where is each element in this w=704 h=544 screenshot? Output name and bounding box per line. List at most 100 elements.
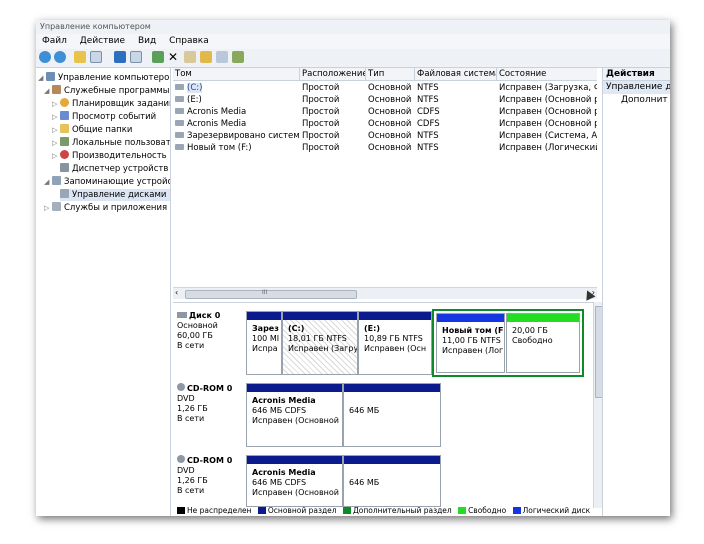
volume-cell[interactable]: NTFS [415, 82, 496, 94]
menu-bar: Файл Действие Вид Справка [36, 34, 670, 49]
partition-free[interactable]: 20,00 ГБ Свободно [506, 313, 580, 373]
legend-swatch-logical [512, 507, 521, 514]
cdrom-0-media[interactable]: 646 МБ [343, 383, 441, 447]
partition-f[interactable]: Новый том (F 11,00 ГБ NTFS Исправен (Лог [436, 313, 505, 373]
volume-name-cell[interactable]: Зарезервировано системой [173, 130, 299, 142]
menu-view[interactable]: Вид [138, 34, 156, 49]
volume-icon [175, 96, 184, 102]
partition-reserved[interactable]: Зарез 100 МІ Испра [246, 311, 282, 375]
tree-item-event-viewer[interactable]: ▷ Просмотр событий [52, 111, 156, 123]
column-header-filesystem[interactable]: Файловая система [415, 68, 497, 81]
volume-cell[interactable]: Простой [300, 106, 365, 118]
tree-item-task-scheduler[interactable]: ▷ Планировщик заданий [52, 98, 170, 110]
tree-item-storage[interactable]: ◢ Запоминающие устройст [44, 176, 170, 188]
volume-cell[interactable]: Исправен (Основной раз [497, 118, 597, 130]
extended-partition[interactable]: Новый том (F 11,00 ГБ NTFS Исправен (Лог 2… [432, 309, 584, 377]
volume-cell[interactable]: Простой [300, 118, 365, 130]
back-icon[interactable] [39, 51, 51, 63]
scroll-left-arrow[interactable]: ‹ [175, 288, 178, 298]
volume-name-cell[interactable]: (C:) [173, 82, 299, 94]
volume-cell[interactable]: Простой [300, 130, 365, 142]
cdrom-0-partition[interactable]: Acronis Media 646 МБ CDFS Исправен (Основн… [246, 383, 343, 447]
volume-cell[interactable]: Основной [366, 106, 414, 118]
volume-icon [175, 84, 184, 90]
tree-item-device-manager[interactable]: Диспетчер устройств [52, 163, 168, 175]
volume-name-cell[interactable]: Acronis Media [173, 118, 299, 130]
partition-e[interactable]: (E:) 10,89 ГБ NTFS Исправен (Осн [358, 311, 432, 375]
tree-item-services[interactable]: ▷ Службы и приложения [44, 202, 167, 214]
events-icon [60, 111, 69, 120]
partition-c[interactable]: (C:) 18,01 ГБ NTFS Исправен (Загру [282, 311, 358, 375]
volume-cell[interactable]: Простой [300, 142, 365, 154]
properties-icon[interactable] [90, 51, 102, 63]
volume-cell[interactable]: Основной [366, 142, 414, 154]
delete-icon[interactable]: ✕ [168, 51, 180, 63]
horizontal-scrollbar[interactable]: ‹ III › [173, 287, 597, 299]
volume-cell[interactable]: Основной [366, 94, 414, 106]
performance-icon [60, 150, 69, 159]
column-header-layout[interactable]: Расположение [300, 68, 366, 81]
folder-icon [60, 124, 69, 133]
volume-icon [175, 120, 184, 126]
volume-cell[interactable]: NTFS [415, 142, 496, 154]
forward-icon[interactable] [54, 51, 66, 63]
column-header-type[interactable]: Тип [366, 68, 415, 81]
volume-cell[interactable]: Простой [300, 94, 365, 106]
refresh-icon[interactable] [152, 51, 164, 63]
volume-cell[interactable]: Простой [300, 82, 365, 94]
volume-cell[interactable]: CDFS [415, 118, 496, 130]
volume-cell[interactable]: Основной [366, 118, 414, 130]
tree-item-performance[interactable]: ▷ Производительность [52, 150, 167, 162]
scroll-thumb[interactable]: III [185, 289, 357, 299]
action-more[interactable]: Дополнит [603, 94, 670, 107]
cdrom-0-info[interactable]: CD-ROM 0 DVD 1,26 ГБ В сети [177, 383, 243, 424]
action-disk-management[interactable]: Управление ди [603, 81, 670, 94]
new-icon[interactable] [184, 51, 196, 63]
volume-cell[interactable]: Исправен (Основной раз [497, 106, 597, 118]
volume-cell[interactable]: NTFS [415, 130, 496, 142]
actions-header: Действия [603, 68, 670, 81]
computer-icon [46, 72, 55, 81]
column-header-status[interactable]: Состояние [497, 68, 597, 81]
volume-name-cell[interactable]: Новый том (F:) [173, 142, 299, 154]
cdrom-1-media[interactable]: 646 МБ [343, 455, 441, 507]
volume-cell[interactable]: Исправен (Основной раз [497, 94, 597, 106]
clock-icon [60, 98, 69, 107]
users-icon [60, 137, 69, 146]
tree-item-disk-management[interactable]: Управление дисками [60, 189, 170, 201]
storage-icon [52, 176, 61, 185]
volume-cell[interactable]: CDFS [415, 106, 496, 118]
scroll-grip: III [262, 289, 268, 296]
volume-cell[interactable]: Исправен (Логический д [497, 142, 597, 154]
menu-help[interactable]: Справка [169, 34, 209, 49]
disk-0-info[interactable]: Диск 0 Основной 60,00 ГБ В сети [177, 311, 243, 351]
cdrom-1-info[interactable]: CD-ROM 0 DVD 1,26 ГБ В сети [177, 455, 243, 496]
volume-cell[interactable]: Исправен (Система, Акти [497, 130, 597, 142]
menu-action[interactable]: Действие [80, 34, 125, 49]
tree-item-local-users[interactable]: ▷ Локальные пользовате [52, 137, 170, 149]
search-icon[interactable] [216, 51, 228, 63]
export-icon[interactable] [232, 51, 244, 63]
column-header-volume[interactable]: Том [173, 68, 300, 81]
devices-icon [60, 163, 69, 172]
tree-item-system-tools[interactable]: ◢ Служебные программы [44, 85, 170, 97]
hard-disk-icon [177, 312, 187, 318]
volume-icon [175, 132, 184, 138]
volume-cell[interactable]: Исправен (Загрузка, Фай [497, 82, 597, 94]
actions-pane: Действия Управление ди Дополнит [602, 68, 670, 516]
tree-item-computer-management[interactable]: ◢Управление компьютером (л [38, 72, 170, 84]
volume-name-cell[interactable]: Acronis Media [173, 106, 299, 118]
tools-icon [52, 85, 61, 94]
menu-file[interactable]: Файл [42, 34, 67, 49]
volume-cell[interactable]: Основной [366, 130, 414, 142]
console-icon[interactable] [130, 51, 142, 63]
navigation-tree: ◢Управление компьютером (л ◢Служебные пр… [36, 68, 171, 516]
open-icon[interactable] [200, 51, 212, 63]
cdrom-1-partition[interactable]: Acronis Media 646 МБ CDFS Исправен (Основн… [246, 455, 343, 507]
up-icon[interactable] [74, 51, 86, 63]
volume-cell[interactable]: Основной [366, 82, 414, 94]
help-icon[interactable] [114, 51, 126, 63]
volume-cell[interactable]: NTFS [415, 94, 496, 106]
tree-item-shared-folders[interactable]: ▷ Общие папки [52, 124, 132, 136]
volume-name-cell[interactable]: (E:) [173, 94, 299, 106]
